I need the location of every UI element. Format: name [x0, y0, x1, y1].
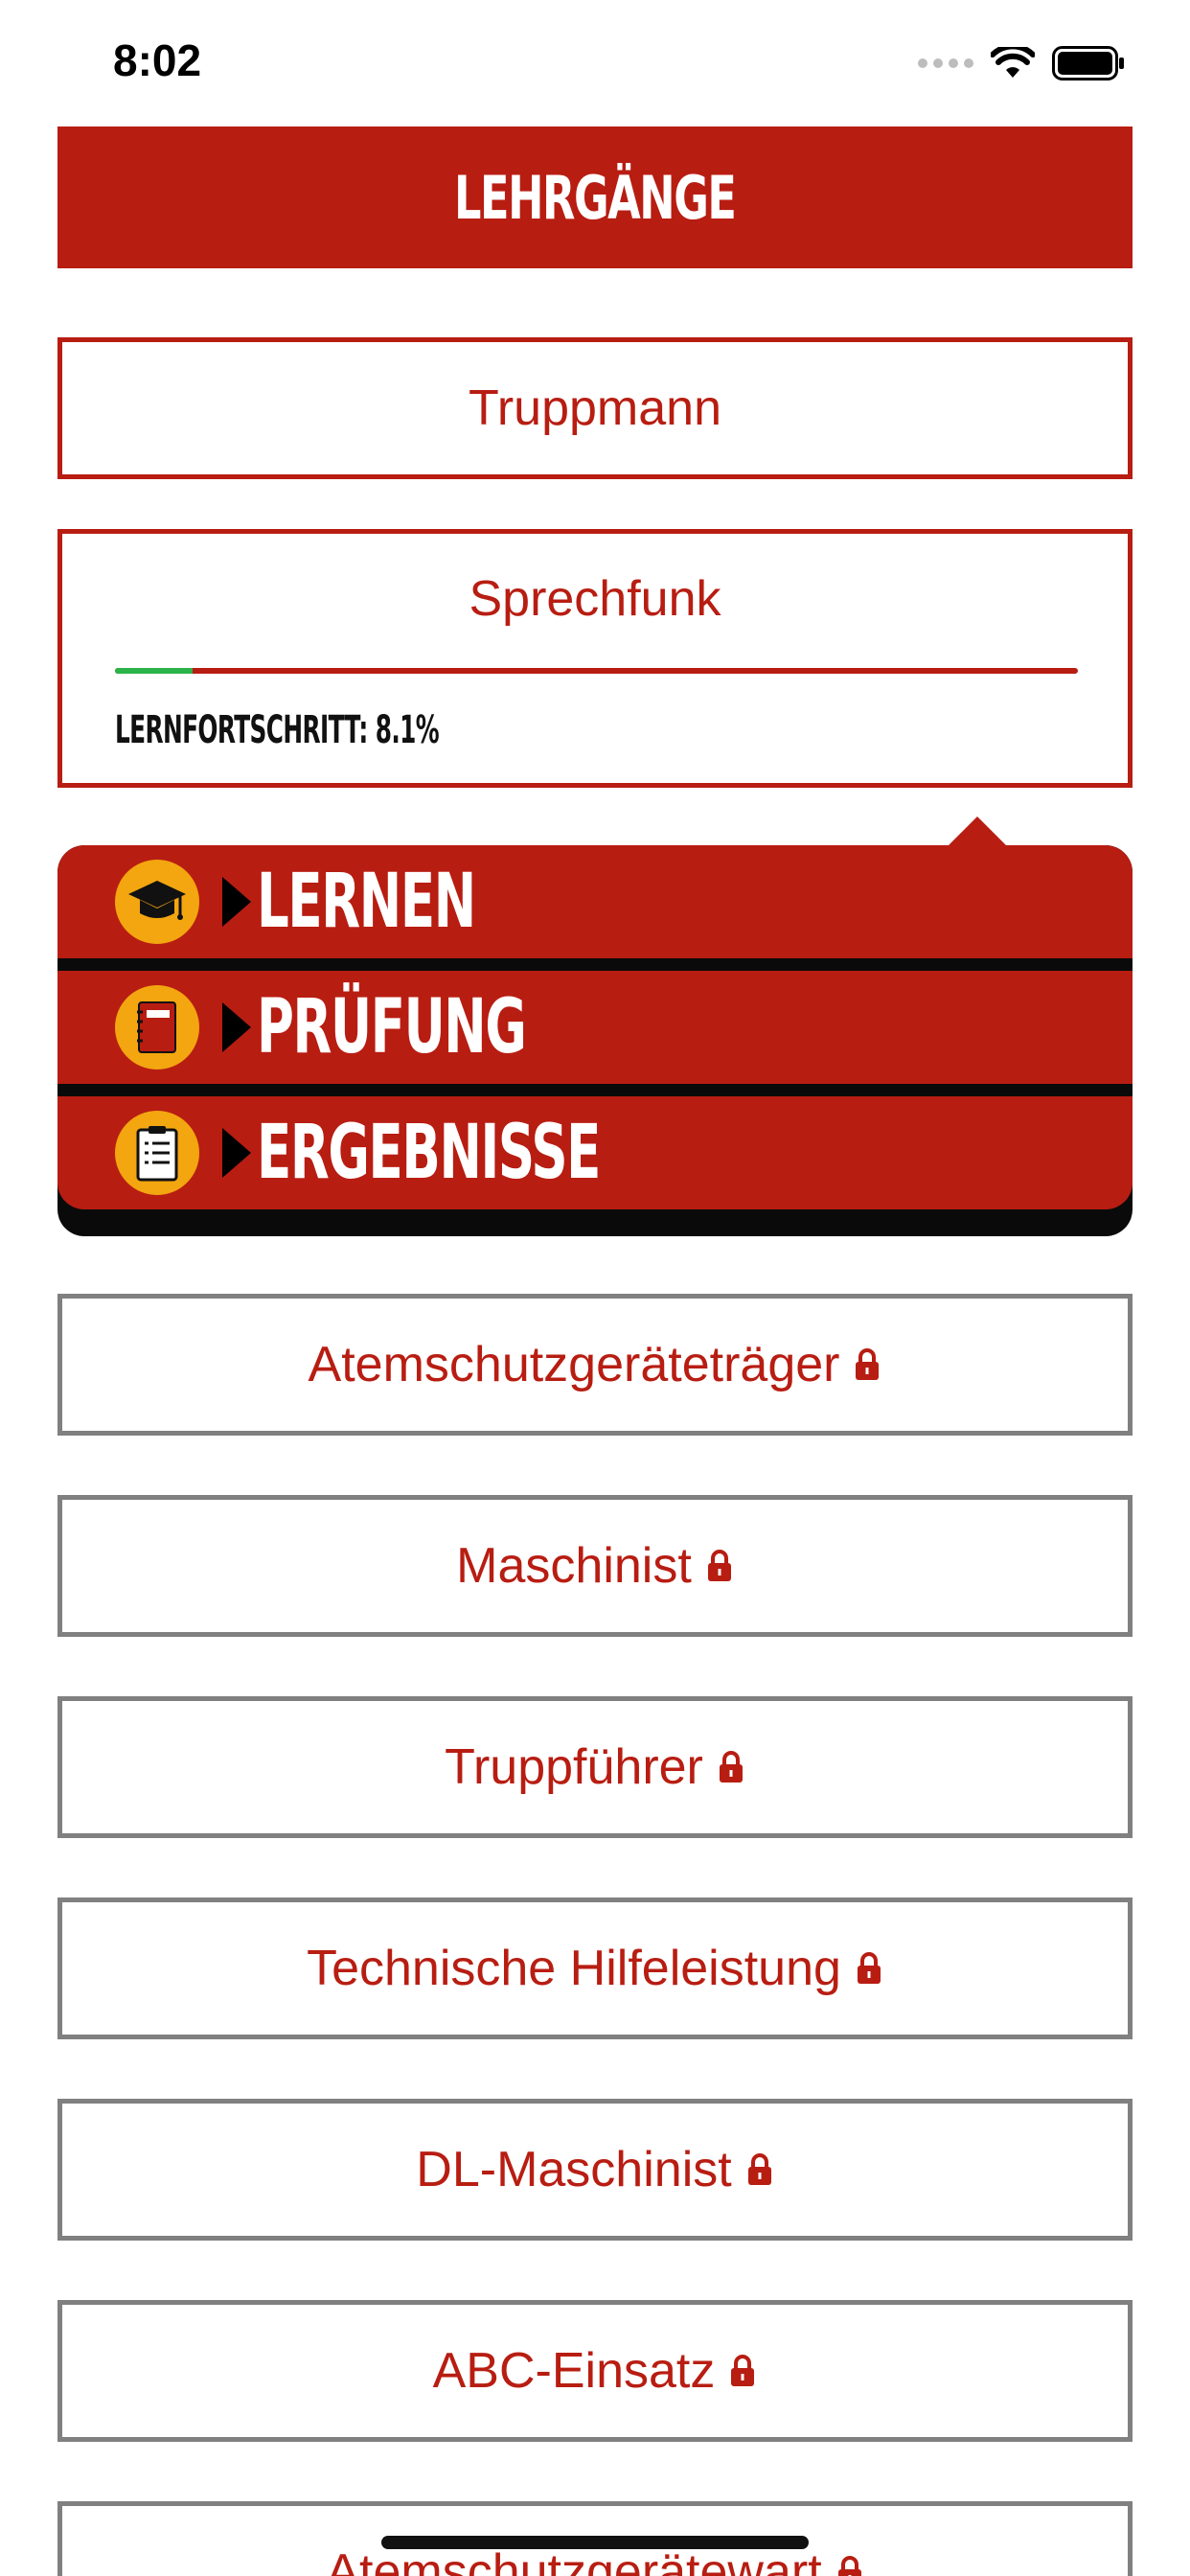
- menu-pointer: [947, 816, 1008, 847]
- action-lernen[interactable]: LERNEN: [57, 845, 1133, 958]
- course-truppmann[interactable]: Truppmann: [57, 337, 1133, 479]
- cellular-signal-icon: [918, 58, 973, 68]
- chevron-right-icon: [222, 1002, 251, 1052]
- status-bar: 8:02: [0, 0, 1190, 126]
- progress-label: LERNFORTSCHRITT: 8.1%: [115, 708, 440, 752]
- action-label: LERNEN: [257, 859, 476, 945]
- course-sprechfunk[interactable]: Sprechfunk LERNFORTSCHRITT: 8.1%: [57, 529, 1133, 788]
- course-label: Technische Hilfeleistung: [307, 1941, 841, 1996]
- page-title: LEHRGÄNGE: [454, 162, 737, 233]
- status-time: 8:02: [113, 35, 202, 85]
- chevron-right-icon: [222, 877, 251, 927]
- action-label: ERGEBNISSE: [257, 1110, 601, 1196]
- screen: 8:02 LEHRGÄNGE Truppmann Sprechfunk LERN…: [0, 0, 1190, 2576]
- lock-icon: [856, 1348, 880, 1380]
- wifi-icon: [991, 47, 1035, 78]
- graduation-cap-icon: [115, 860, 199, 944]
- course-label: Sprechfunk: [469, 571, 721, 627]
- notebook-icon: [115, 985, 199, 1070]
- lock-icon: [837, 2556, 861, 2576]
- course-label-wrap: Technische Hilfeleistung: [307, 1940, 883, 1997]
- lock-icon: [731, 2355, 755, 2386]
- course-label: Truppführer: [445, 1739, 703, 1795]
- course-dl-maschinist[interactable]: DL-Maschinist: [57, 2099, 1133, 2241]
- page-header: LEHRGÄNGE: [57, 126, 1133, 268]
- course-atemschutzgeraetetraeger[interactable]: Atemschutzgeräteträger: [57, 1294, 1133, 1436]
- action-label: PRÜFUNG: [257, 984, 527, 1070]
- course-label: ABC-Einsatz: [432, 2343, 716, 2399]
- course-technische-hilfeleistung[interactable]: Technische Hilfeleistung: [57, 1898, 1133, 2039]
- course-label: Atemschutzgeräteträger: [308, 1337, 840, 1392]
- battery-icon: [1052, 46, 1124, 80]
- progress-fill: [115, 668, 194, 674]
- action-ergebnisse[interactable]: ERGEBNISSE: [57, 1096, 1133, 1209]
- status-icons: [918, 44, 1125, 82]
- course-abc-einsatz[interactable]: ABC-Einsatz: [57, 2300, 1133, 2442]
- progress-bar: [115, 668, 1078, 674]
- course-truppfuehrer[interactable]: Truppführer: [57, 1696, 1133, 1838]
- lock-icon: [707, 1550, 731, 1581]
- lock-icon: [857, 1952, 881, 1984]
- course-label-wrap: Maschinist: [456, 1537, 734, 1595]
- course-label: Truppmann: [469, 380, 721, 436]
- course-maschinist[interactable]: Maschinist: [57, 1495, 1133, 1637]
- chevron-right-icon: [222, 1128, 251, 1178]
- course-label: DL-Maschinist: [416, 2142, 732, 2197]
- clipboard-icon: [115, 1111, 199, 1195]
- course-action-menu: LERNEN PRÜFUNG ERGEBNISSE: [57, 845, 1133, 1236]
- course-label-wrap: DL-Maschinist: [416, 2141, 773, 2198]
- course-label-wrap: ABC-Einsatz: [433, 2342, 758, 2400]
- course-label-wrap: Atemschutzgeräteträger: [309, 1336, 882, 1393]
- action-pruefung[interactable]: PRÜFUNG: [57, 971, 1133, 1084]
- course-label: Maschinist: [456, 1538, 692, 1594]
- course-label-wrap: Truppführer: [445, 1738, 745, 1796]
- lock-icon: [747, 2153, 771, 2185]
- home-indicator[interactable]: [381, 2536, 809, 2549]
- lock-icon: [719, 1751, 743, 1782]
